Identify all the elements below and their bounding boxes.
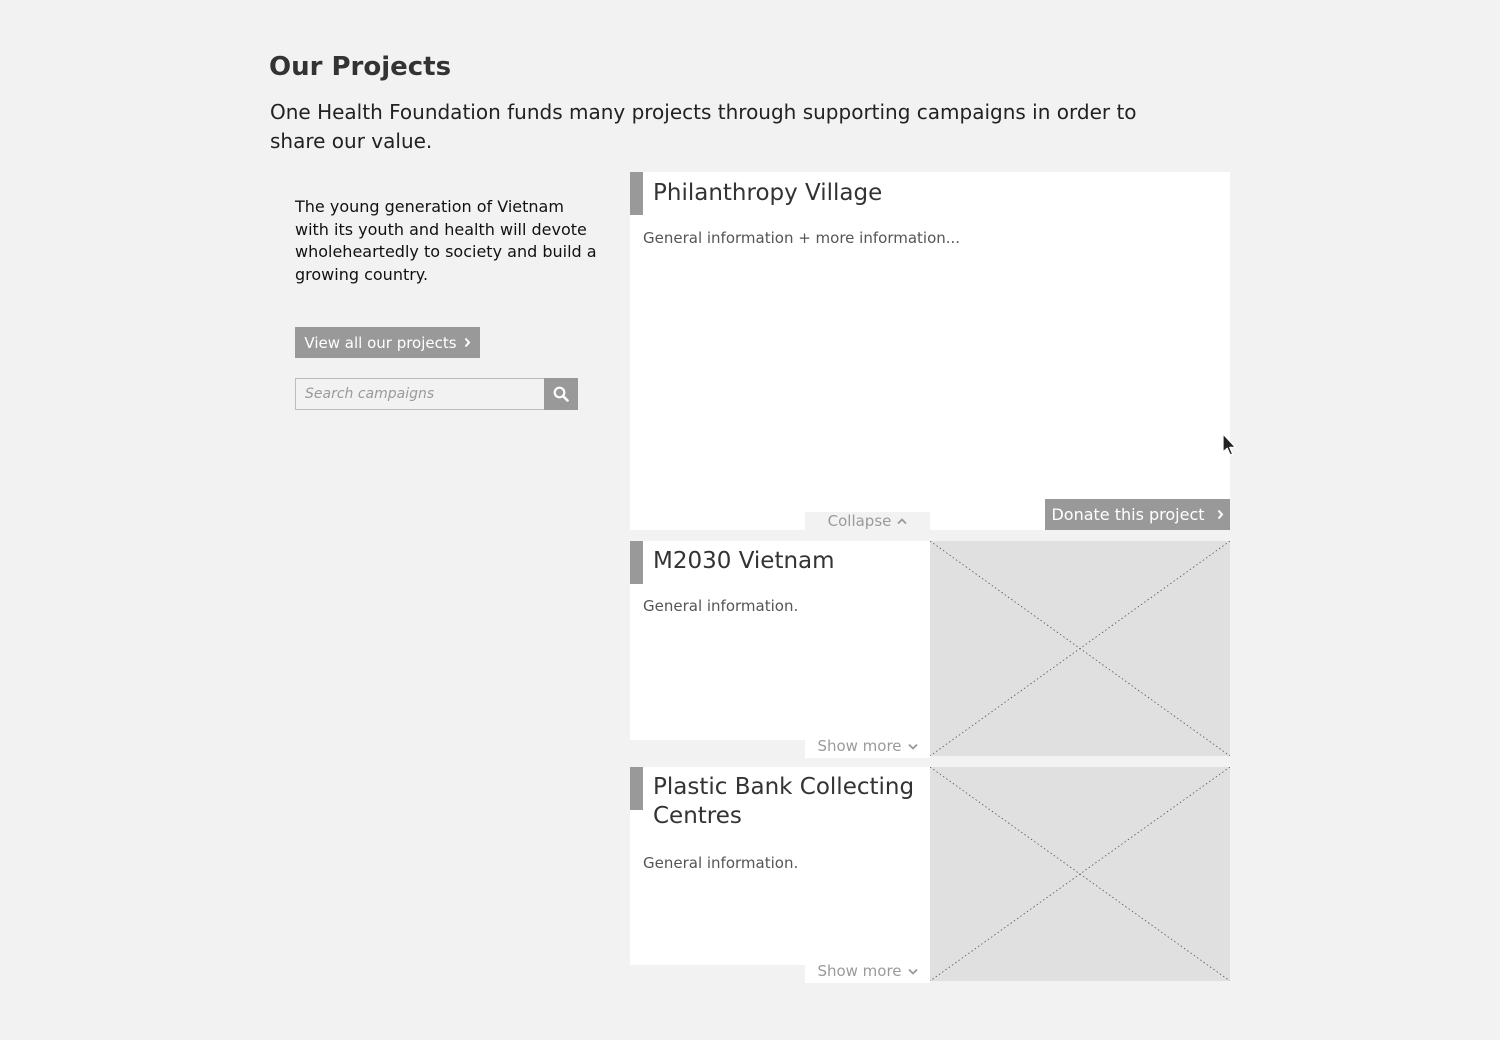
show-more-label: Show more (817, 737, 902, 755)
chevron-down-icon (907, 743, 918, 750)
card-accent-bar (630, 172, 643, 215)
chevron-right-icon (464, 337, 470, 348)
search-icon (553, 386, 569, 402)
project-description: General information + more information..… (643, 229, 961, 247)
image-placeholder-icon (930, 541, 1230, 756)
project-image-placeholder (930, 767, 1230, 981)
donate-project-button[interactable]: Donate this project (1045, 499, 1230, 530)
project-card-philanthropy-village (630, 172, 1230, 530)
search-box (295, 378, 578, 410)
card-accent-bar (630, 767, 643, 810)
image-placeholder-icon (930, 767, 1230, 981)
search-button[interactable] (544, 378, 578, 410)
page-intro: One Health Foundation funds many project… (270, 100, 1137, 153)
mouse-cursor-icon (1222, 433, 1237, 456)
project-title: M2030 Vietnam (653, 548, 835, 574)
collapse-label: Collapse (827, 512, 892, 530)
chevron-right-icon (1217, 509, 1223, 520)
card-accent-bar (630, 541, 643, 584)
view-all-projects-label: View all our projects (304, 333, 457, 352)
sidebar-description: The young generation of Vietnam with its… (295, 197, 597, 284)
project-title: Philanthropy Village (653, 180, 883, 206)
view-all-projects-button[interactable]: View all our projects (295, 327, 480, 358)
project-description: General information. (643, 854, 799, 872)
project-image-placeholder (930, 541, 1230, 756)
project-title: Plastic Bank Collecting Centres (653, 774, 915, 829)
chevron-down-icon (907, 968, 918, 975)
chevron-up-icon (897, 518, 908, 525)
search-input[interactable] (296, 379, 544, 409)
show-more-button[interactable]: Show more (805, 962, 930, 983)
project-description: General information. (643, 597, 799, 615)
show-more-label: Show more (817, 962, 902, 980)
collapse-button[interactable]: Collapse (805, 512, 930, 530)
donate-project-label: Donate this project (1051, 505, 1205, 524)
page-title: Our Projects (269, 52, 452, 82)
show-more-button[interactable]: Show more (805, 737, 930, 758)
